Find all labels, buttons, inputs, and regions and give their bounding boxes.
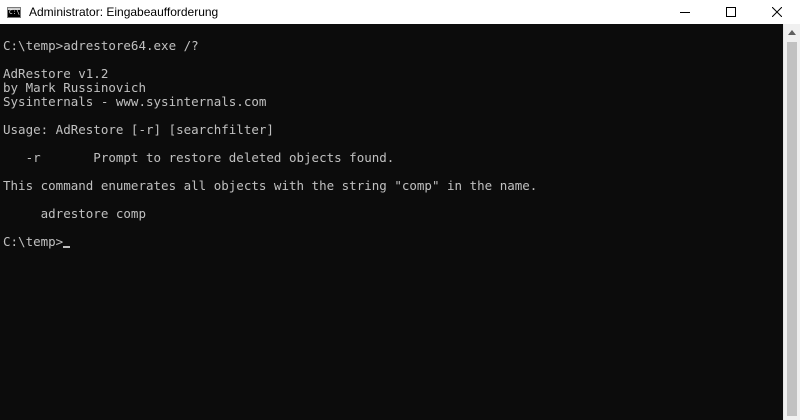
console-line: Usage: AdRestore [-r] [searchfilter] xyxy=(3,122,274,137)
vertical-scrollbar[interactable] xyxy=(783,24,800,420)
console-line: by Mark Russinovich xyxy=(3,80,146,95)
console-prompt: C:\temp> xyxy=(3,234,64,249)
close-icon xyxy=(772,7,782,17)
console-icon[interactable]: C:\ xyxy=(7,6,21,18)
close-button[interactable] xyxy=(754,0,800,24)
minimize-icon xyxy=(680,12,690,13)
console-prompt-line: C:\temp> xyxy=(3,234,71,249)
console-line: Sysinternals - www.sysinternals.com xyxy=(3,94,267,109)
console-output[interactable]: C:\temp>adrestore64.exe /? AdRestore v1.… xyxy=(0,24,783,420)
minimize-button[interactable] xyxy=(662,0,708,24)
console-window: C:\ Administrator: Eingabeaufforderung C… xyxy=(0,0,800,420)
console-line: adrestore comp xyxy=(3,206,146,221)
caption-buttons xyxy=(662,0,800,24)
maximize-icon xyxy=(726,7,736,17)
window-title: Administrator: Eingabeaufforderung xyxy=(29,5,219,19)
text-cursor xyxy=(63,246,71,248)
title-bar[interactable]: C:\ Administrator: Eingabeaufforderung xyxy=(0,0,800,24)
console-line: -r Prompt to restore deleted objects fou… xyxy=(3,150,395,165)
scroll-up-button[interactable] xyxy=(784,24,800,41)
console-line: This command enumerates all objects with… xyxy=(3,178,538,193)
console-line: C:\temp>adrestore64.exe /? xyxy=(3,38,199,53)
console-line: AdRestore v1.2 xyxy=(3,66,109,81)
arrow-up-icon xyxy=(788,30,796,35)
maximize-button[interactable] xyxy=(708,0,754,24)
scroll-thumb[interactable] xyxy=(787,42,797,416)
